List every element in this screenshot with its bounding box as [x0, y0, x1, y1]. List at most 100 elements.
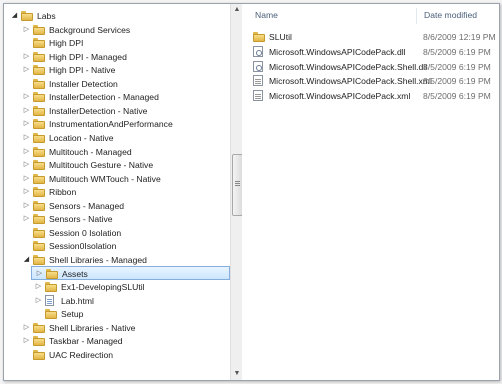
folder-icon — [33, 78, 45, 89]
folder-icon — [33, 173, 45, 184]
scrollbar-thumb[interactable] — [232, 154, 242, 216]
tree-scrollbar[interactable]: ▲ ▼ — [230, 4, 242, 380]
tree-item[interactable]: ▷ Multitouch Gesture - Native — [4, 158, 230, 172]
expand-arrow-icon[interactable]: ▷ — [22, 131, 31, 145]
file-row[interactable]: Microsoft.WindowsAPICodePack.Shell.dll 8/… — [251, 60, 497, 74]
tree-item[interactable]: ◢ Labs — [4, 9, 230, 23]
tree-item[interactable]: Installer Detection — [4, 77, 230, 91]
expand-arrow-icon[interactable]: ▷ — [22, 185, 31, 199]
tree-item[interactable]: ▷ Shell Libraries - Native — [4, 321, 230, 335]
folder-icon — [33, 146, 45, 157]
folder-icon — [33, 24, 45, 35]
xml-icon — [253, 90, 263, 102]
tree-item[interactable]: ▷ Sensors - Native — [4, 212, 230, 226]
file-row[interactable]: Microsoft.WindowsAPICodePack.dll 8/5/2009… — [251, 45, 497, 59]
tree-item[interactable]: ▷ Multitouch WMTouch - Native — [4, 172, 230, 186]
scroll-up-arrow-icon[interactable]: ▲ — [231, 4, 242, 16]
tree-item[interactable]: ▷ InstallerDetection - Native — [4, 104, 230, 118]
tree-item-label: InstallerDetection - Managed — [49, 92, 159, 103]
expand-arrow-icon[interactable]: ▷ — [22, 145, 31, 159]
tree-item[interactable]: ▷ Multitouch - Managed — [4, 145, 230, 159]
file-name: Microsoft.WindowsAPICodePack.Shell.dll — [269, 61, 428, 72]
expanded-arrow-icon[interactable]: ◢ — [10, 9, 19, 23]
tree-item-label: High DPI - Native — [49, 65, 116, 76]
file-row[interactable]: Microsoft.WindowsAPICodePack.Shell.xml 8/… — [251, 74, 497, 88]
file-list-pane: Name Date modified SLUtil 8/6/2009 12:19 … — [243, 4, 499, 380]
expand-arrow-icon[interactable]: ▷ — [22, 172, 31, 186]
folder-icon — [33, 322, 45, 333]
tree-item-label: Labs — [37, 11, 56, 21]
tree-item-label: Shell Libraries - Native — [49, 322, 136, 333]
expand-arrow-icon[interactable]: ▷ — [22, 104, 31, 118]
file-row[interactable]: Microsoft.WindowsAPICodePack.xml 8/5/2009… — [251, 89, 497, 103]
folder-icon — [33, 214, 45, 225]
tree-item[interactable]: ▷ Sensors - Managed — [4, 199, 230, 213]
tree-item-label: High DPI - Managed — [49, 51, 127, 62]
tree-item[interactable]: ◢ Shell Libraries - Managed — [4, 253, 230, 267]
tree-item-label: Sensors - Native — [49, 214, 113, 225]
file-name: Microsoft.WindowsAPICodePack.dll — [269, 46, 406, 57]
expand-arrow-icon[interactable]: ▷ — [22, 117, 31, 131]
tree-item[interactable]: ▷ Ex1-DevelopingSLUtil — [4, 280, 230, 294]
tree-item[interactable]: ▷ Assets — [31, 266, 230, 281]
tree-item[interactable]: ▷ Background Services — [4, 23, 230, 37]
file-date-modified: 8/6/2009 12:19 PM — [423, 32, 496, 42]
tree-item-label: Multitouch WMTouch - Native — [49, 173, 161, 184]
file-name: SLUtil — [269, 32, 292, 42]
column-divider[interactable] — [416, 8, 417, 24]
folder-icon — [33, 187, 45, 198]
folder-icon — [21, 11, 33, 21]
expanded-arrow-icon[interactable]: ◢ — [22, 253, 31, 267]
dll-icon — [253, 60, 263, 72]
tree-item-label: Setup — [61, 309, 84, 320]
tree-item-label: Taskbar - Managed — [49, 336, 123, 347]
column-header-name[interactable]: Name — [255, 10, 278, 20]
file-name: Microsoft.WindowsAPICodePack.Shell.xml — [269, 76, 432, 87]
tree-item[interactable]: ▷ InstrumentationAndPerformance — [4, 117, 230, 131]
tree-item-label: Session0Isolation — [49, 241, 117, 252]
tree-item[interactable]: ▷ Lab.html — [4, 294, 230, 308]
file-date-modified: 8/5/2009 6:19 PM — [423, 61, 491, 72]
expand-arrow-icon[interactable]: ▷ — [34, 280, 43, 294]
expand-arrow-icon[interactable]: ▷ — [22, 63, 31, 77]
tree-item[interactable]: ▷ Ribbon — [4, 185, 230, 199]
folder-icon — [33, 132, 45, 143]
tree-item-label: Location - Native — [49, 132, 114, 143]
expand-arrow-icon[interactable]: ▷ — [22, 90, 31, 104]
folder-icon — [33, 38, 45, 49]
expand-arrow-icon[interactable]: ▷ — [22, 321, 31, 335]
folder-icon — [33, 105, 45, 116]
expand-arrow-icon[interactable]: ▷ — [22, 23, 31, 37]
expand-arrow-icon[interactable]: ▷ — [22, 212, 31, 226]
tree-item[interactable]: Session 0 Isolation — [4, 226, 230, 240]
expand-arrow-icon[interactable]: ▷ — [34, 294, 43, 308]
tree-item[interactable]: High DPI — [4, 36, 230, 50]
tree-item-label: High DPI — [49, 38, 84, 49]
expand-arrow-icon[interactable]: ▷ — [22, 199, 31, 213]
tree-item[interactable]: Setup — [4, 307, 230, 321]
folder-icon — [33, 241, 45, 252]
expand-arrow-icon[interactable]: ▷ — [22, 158, 31, 172]
tree-item[interactable]: ▷ Location - Native — [4, 131, 230, 145]
file-row[interactable]: SLUtil 8/6/2009 12:19 PM — [251, 30, 497, 44]
expand-arrow-icon[interactable]: ▷ — [22, 334, 31, 348]
tree-item-label: Session 0 Isolation — [49, 227, 122, 238]
tree-item[interactable]: ▷ High DPI - Managed — [4, 50, 230, 64]
file-date-modified: 8/5/2009 6:19 PM — [423, 91, 491, 102]
tree-item-label: InstrumentationAndPerformance — [49, 119, 173, 130]
tree-item[interactable]: ▷ High DPI - Native — [4, 63, 230, 77]
tree-item-label: Installer Detection — [49, 78, 118, 89]
expand-arrow-icon[interactable]: ▷ — [22, 50, 31, 64]
tree-item-label: InstallerDetection - Native — [49, 105, 148, 116]
tree-item-label: Ex1-DevelopingSLUtil — [61, 282, 145, 292]
tree-item[interactable]: ▷ Taskbar - Managed — [4, 334, 230, 348]
tree-item[interactable]: UAC Redirection — [4, 348, 230, 362]
scroll-down-arrow-icon[interactable]: ▼ — [231, 368, 242, 380]
column-header-date-modified[interactable]: Date modified — [424, 10, 477, 20]
tree-item[interactable]: ▷ InstallerDetection - Managed — [4, 90, 230, 104]
folder-icon — [33, 92, 45, 103]
tree-item[interactable]: Session0Isolation — [4, 239, 230, 253]
folder-icon — [33, 254, 45, 265]
html-file-icon — [45, 294, 54, 306]
tree-item-label: Shell Libraries - Managed — [49, 254, 147, 265]
